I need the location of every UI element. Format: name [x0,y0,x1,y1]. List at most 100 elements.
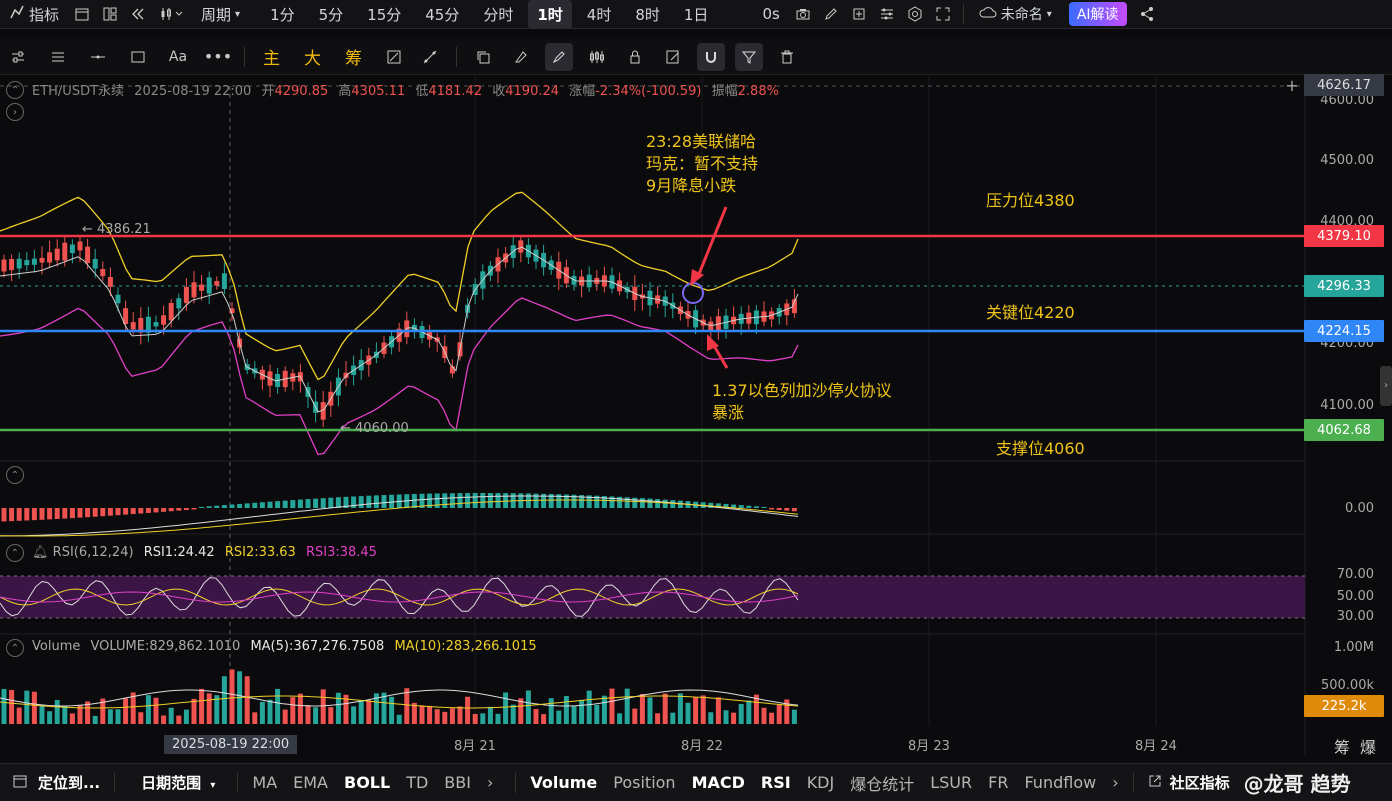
add-chart-icon[interactable] [845,0,873,28]
pencil-icon[interactable] [817,0,845,28]
collapse-toggle-icon[interactable]: ⌃ [6,81,24,99]
interval-4h[interactable]: 4时 [578,0,621,29]
indicators-button[interactable]: 指标 [0,0,68,29]
volume-bar [107,709,113,724]
macd-histogram-bar [320,498,326,508]
rsi-toggle-icon[interactable]: ⌃ [6,544,24,562]
volume-toggle-icon[interactable]: ⌃ [6,639,24,657]
israel-news-annotation[interactable]: 1.37以色列加沙停火协议 暴涨 [712,380,892,424]
fed-arrow[interactable] [695,206,728,280]
sub-indicator-position[interactable]: Position [605,773,683,792]
brush-icon[interactable] [545,42,573,71]
auto-draw-icon[interactable] [380,43,408,71]
sliders-icon[interactable] [873,0,901,28]
locate-button[interactable]: 定位到... [0,772,108,793]
price-tick: 4500.00 [1320,153,1374,168]
chevron-right-icon[interactable]: › [479,773,501,792]
settings-gear-icon[interactable] [901,0,929,28]
share-icon[interactable] [1133,0,1161,28]
community-indicators-button[interactable]: 社区指标 [1140,772,1238,793]
macd-histogram-bar [229,504,235,508]
sub-indicator-volume[interactable]: Volume [522,773,605,792]
ai-interpret-button[interactable]: AI解读 [1068,2,1127,26]
volume-bar [791,709,797,724]
resistance-annotation[interactable]: 压力位4380 [986,190,1075,212]
main-indicator-td[interactable]: TD [398,773,436,792]
sub-indicator-liquidation[interactable]: 爆仓统计 [842,771,922,795]
toolbar-divider [244,46,245,67]
key-level-annotation[interactable]: 关键位4220 [986,302,1075,324]
lock-icon[interactable] [621,43,649,71]
main-indicator-bbi[interactable]: BBI [436,773,479,792]
sub-indicator-macd[interactable]: MACD [684,773,753,792]
candle-body [107,277,113,287]
community-label: 社区指标 [1169,774,1230,792]
sub-indicator-rsi[interactable]: RSI [753,773,799,792]
copy-icon[interactable] [469,43,497,71]
main-indicator-boll[interactable]: BOLL [336,773,398,792]
camera-icon[interactable] [789,0,817,28]
macd-histogram-bar [761,506,767,508]
interval-1m[interactable]: 1分 [261,0,304,29]
filter-icon[interactable] [735,42,763,71]
more-icon[interactable]: ••• [204,43,232,71]
interval-15m[interactable]: 15分 [358,0,410,29]
chart-type-icon[interactable] [152,0,192,28]
volume-bar [761,707,767,724]
date-range-dropdown[interactable]: 日期范围 ▾ [133,772,223,793]
layout-name-dropdown[interactable]: 未命名 ▾ [970,0,1061,29]
volume-bar [746,700,752,724]
large-order-button[interactable]: 大 [292,44,333,69]
chips-corner-button[interactable]: 筹 [1334,734,1350,758]
settings-sliders-icon[interactable] [4,43,32,71]
interval-timeshare[interactable]: 分时 [474,0,522,29]
add-level-icon[interactable]: + [1282,77,1302,95]
volume-bar [472,714,478,724]
fullscreen-icon[interactable] [929,0,957,28]
sub-indicator-kdj[interactable]: KDJ [799,773,843,792]
macd-toggle-icon[interactable]: ⌃ [6,466,24,484]
price-axis[interactable]: 4600.00 4500.00 4400.00 4200.00 4100.00 … [1305,76,1392,756]
liquidation-corner-button[interactable]: 爆 [1360,734,1376,758]
macd-histogram-bar [183,508,189,511]
chips-button[interactable]: 筹 [333,44,374,69]
candle-body [708,321,714,331]
main-force-button[interactable]: 主 [251,44,292,69]
calendar-jump-icon [12,773,28,793]
date-tick: 8月 21 [454,739,496,754]
sub-indicator-fr[interactable]: FR [980,773,1016,792]
sub-indicator-fundflow[interactable]: Fundflow [1016,773,1104,792]
main-indicator-ma[interactable]: MA [244,773,285,792]
horizontal-line-icon[interactable] [84,43,112,71]
volume-bar [9,689,15,724]
support-annotation[interactable]: 支撑位4060 [996,438,1085,460]
replay-icon[interactable] [124,0,152,28]
trash-icon[interactable] [773,43,801,71]
layout-grid-icon[interactable] [96,0,124,28]
lines-icon[interactable] [44,43,72,71]
sub-indicator-lsur[interactable]: LSUR [922,773,980,792]
interval-8h[interactable]: 8时 [626,0,669,29]
main-indicator-ema[interactable]: EMA [285,773,336,792]
date-tick: 8月 22 [681,739,723,754]
measure-icon[interactable] [416,43,444,71]
interval-5m[interactable]: 5分 [310,0,353,29]
magnet-icon[interactable] [697,42,725,71]
fed-news-annotation[interactable]: 23:28美联储哈 玛克：暂不支持 9月降息小跌 [646,131,758,197]
candle-body [54,248,60,261]
interval-1d[interactable]: 1日 [675,0,718,29]
candle-body [153,322,159,327]
period-dropdown[interactable]: 周期 ▾ [192,0,249,29]
interval-1h[interactable]: 1时 [528,0,572,29]
chart-compare-icon[interactable] [583,43,611,71]
calendar-icon[interactable] [68,0,96,28]
expand-toggle-icon[interactable]: › [6,103,24,121]
edit-note-icon[interactable] [659,43,687,71]
text-tool-icon[interactable]: Aa [164,43,192,71]
chevron-right-icon[interactable]: › [1104,773,1126,792]
rectangle-icon[interactable] [124,43,152,71]
period-label: 周期 [201,5,232,24]
eraser-icon[interactable] [507,43,535,71]
interval-45m[interactable]: 45分 [416,0,468,29]
scroll-right-handle[interactable]: › [1380,366,1392,406]
